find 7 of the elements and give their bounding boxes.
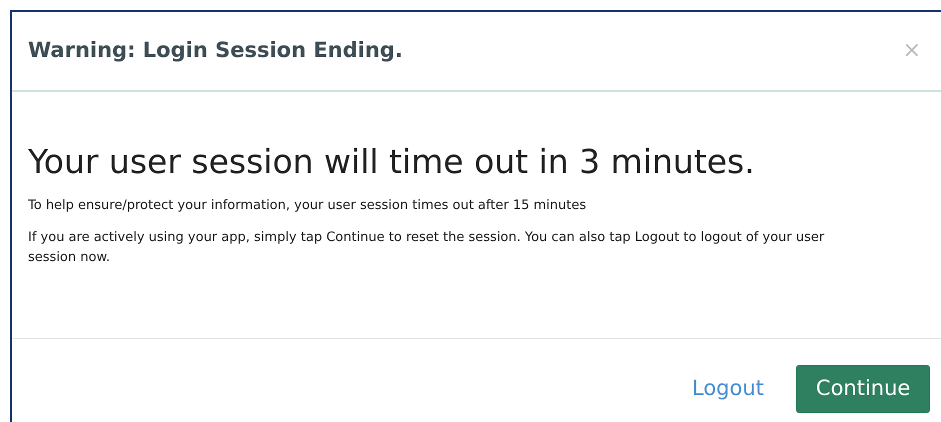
logout-link[interactable]: Logout <box>692 373 764 404</box>
info-text: To help ensure/protect your information, your user session times out after 15 minutes <box>28 196 588 215</box>
info-text: If you are actively using your app, simply tap Continue to reset the session. You can also tap Logout to logout of your user session now. <box>28 228 826 267</box>
session-timeout-heading: Your user session will time out in 3 minutes. <box>28 142 756 182</box>
close-button[interactable]: × <box>902 40 921 62</box>
continue-button[interactable]: Continue <box>796 365 930 412</box>
dialog-title: Warning: Login Session Ending. <box>28 38 403 64</box>
